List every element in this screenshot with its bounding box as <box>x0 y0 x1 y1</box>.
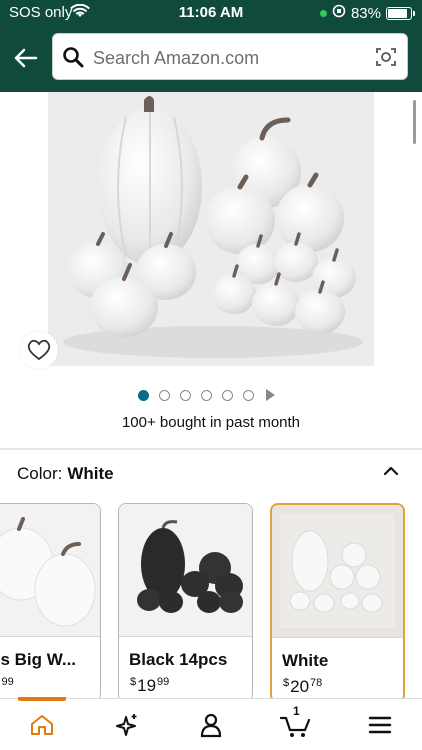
cart-icon[interactable]: 1 <box>280 704 312 739</box>
status-bar: SOS only 11:06 AM 83% <box>0 0 422 26</box>
search-icon <box>62 46 84 73</box>
back-arrow-icon[interactable] <box>12 44 40 72</box>
variant-name: cs Big W... <box>0 650 77 669</box>
variant-image <box>0 504 100 637</box>
color-value: White <box>67 464 114 483</box>
video-play-icon[interactable] <box>266 389 275 401</box>
account-icon[interactable] <box>195 711 227 739</box>
variant-name: Black 14pcs <box>129 650 228 669</box>
ai-sparkle-icon[interactable] <box>110 711 142 739</box>
cart-count: 1 <box>293 704 300 718</box>
variant-price: $1999 <box>130 676 170 695</box>
top-header: SOS only 11:06 AM 83% Search Amazon.com <box>0 0 422 92</box>
carousel-dot[interactable] <box>222 389 233 401</box>
carousel-dot[interactable] <box>243 389 254 401</box>
variant-price: $2078 <box>283 677 323 696</box>
active-tab-indicator <box>18 697 66 701</box>
search-bar[interactable]: Search Amazon.com <box>52 33 408 80</box>
home-icon[interactable] <box>26 711 58 739</box>
wishlist-heart-icon[interactable] <box>20 331 58 369</box>
camera-search-icon[interactable] <box>375 46 397 73</box>
image-carousel-dots[interactable] <box>138 389 275 401</box>
search-placeholder: Search Amazon.com <box>93 48 260 68</box>
carousel-dot[interactable] <box>180 389 191 401</box>
variant-name: White <box>282 651 329 670</box>
orientation-lock-icon <box>332 4 346 22</box>
menu-icon[interactable] <box>364 711 396 739</box>
variant-card[interactable]: cs Big W... 599 <box>0 503 101 703</box>
variant-card-selected[interactable]: White $2078 <box>270 503 405 703</box>
battery-icon <box>386 6 415 20</box>
variant-card[interactable]: Black 14pcs $1999 <box>118 503 253 703</box>
carousel-dot[interactable] <box>159 389 170 401</box>
mic-indicator-icon <box>319 9 327 17</box>
product-image[interactable] <box>48 92 374 366</box>
variant-image <box>119 504 252 637</box>
carousel-dot[interactable] <box>138 389 149 401</box>
color-selector-label: Color: White <box>17 464 114 484</box>
carousel-dot[interactable] <box>201 389 212 401</box>
scrollbar[interactable] <box>413 100 416 144</box>
color-label: Color: <box>17 464 63 483</box>
section-divider <box>0 448 422 450</box>
bought-count-text: 100+ bought in past month <box>121 414 301 431</box>
variant-price: 599 <box>0 676 14 695</box>
status-right: 83% <box>319 4 415 22</box>
chevron-up-icon[interactable] <box>382 462 400 485</box>
variant-image <box>272 505 403 638</box>
battery-percent: 83% <box>350 4 381 22</box>
bottom-nav: 1 <box>0 697 422 750</box>
